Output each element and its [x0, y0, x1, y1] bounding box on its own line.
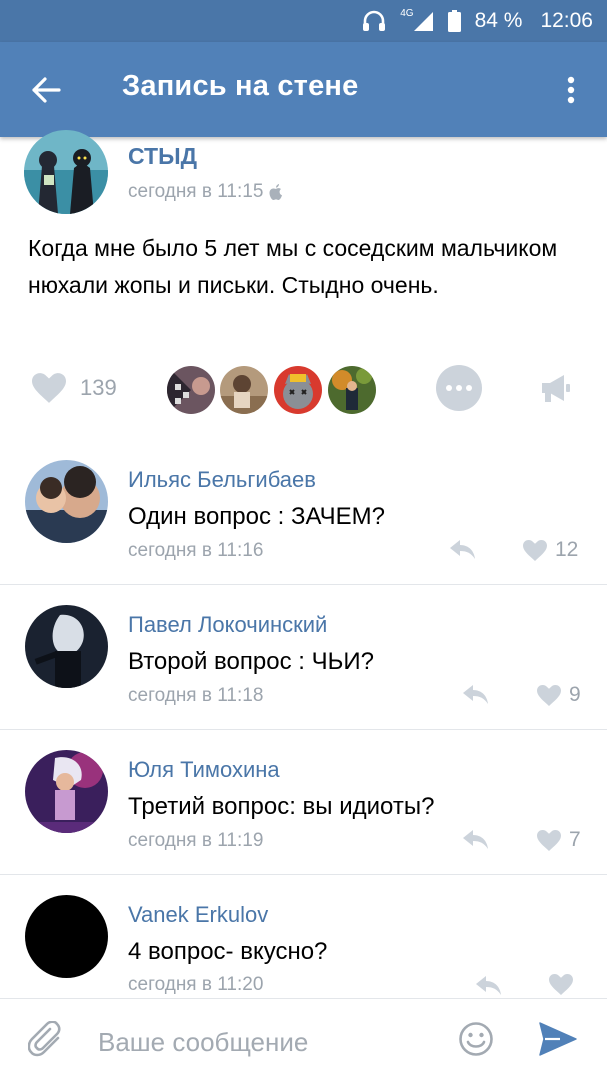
- liker-avatar[interactable]: [272, 364, 324, 416]
- headphones-icon: [362, 10, 386, 32]
- battery-percent: 84 %: [474, 9, 523, 32]
- comment-time: сегодня в 11:16: [128, 540, 264, 561]
- post-author-avatar[interactable]: [24, 130, 108, 214]
- send-icon: [539, 1022, 577, 1056]
- comment-time: сегодня в 11:18: [128, 685, 264, 706]
- status-bar: 4G 84 % 12:06: [0, 0, 607, 42]
- divider: [0, 729, 607, 730]
- comment-author-name[interactable]: Юля Тимохина: [128, 757, 280, 783]
- comment-text: Один вопрос : ЗАЧЕМ?: [128, 503, 385, 530]
- more-horizontal-icon: [446, 385, 472, 391]
- back-button[interactable]: [22, 66, 70, 114]
- app-bar: Запись на стене: [0, 42, 607, 137]
- page-title: Запись на стене: [122, 70, 359, 102]
- megaphone-icon: [542, 375, 570, 402]
- comment-avatar[interactable]: [25, 460, 108, 543]
- post-more-button[interactable]: [436, 365, 482, 411]
- comment-text: Второй вопрос : ЧЬИ?: [128, 648, 374, 675]
- arrow-left-icon: [32, 77, 61, 103]
- clock: 12:06: [540, 9, 593, 32]
- comment-avatar[interactable]: [25, 895, 108, 978]
- message-composer: [0, 998, 607, 1081]
- heart-icon: [32, 373, 66, 403]
- reply-button[interactable]: [450, 540, 476, 565]
- paperclip-icon: [27, 1020, 61, 1057]
- network-label: 4G: [400, 7, 414, 19]
- apple-icon: [269, 183, 283, 200]
- comment-like-button[interactable]: 12: [523, 538, 578, 562]
- comment-author-name[interactable]: Ильяс Бельгибаев: [128, 467, 316, 493]
- signal-icon: 4G: [400, 7, 433, 32]
- post-text: Когда мне было 5 лет мы с соседским маль…: [28, 235, 558, 298]
- share-button[interactable]: [540, 372, 572, 409]
- emoji-button[interactable]: [458, 1021, 494, 1062]
- send-button[interactable]: [538, 1021, 578, 1062]
- post-like-button[interactable]: 139: [32, 368, 117, 408]
- post-author-name[interactable]: СТЫД: [128, 143, 197, 170]
- comment-time: сегодня в 11:19: [128, 830, 264, 851]
- heart-icon: [523, 539, 547, 561]
- comment-author-name[interactable]: Vanek Erkulov: [128, 902, 268, 928]
- reply-button[interactable]: [463, 830, 489, 855]
- liker-avatar[interactable]: [218, 364, 270, 416]
- liker-avatar[interactable]: [165, 364, 217, 416]
- reply-icon: [463, 830, 488, 849]
- reply-icon: [476, 976, 501, 995]
- comment-text: Третий вопрос: вы идиоты?: [128, 793, 435, 820]
- comment-text: 4 вопрос- вкусно?: [128, 938, 328, 965]
- battery-icon: [447, 10, 461, 32]
- heart-icon: [537, 684, 561, 706]
- comment-time: сегодня в 11:20: [128, 974, 264, 995]
- comment-avatar[interactable]: [25, 605, 108, 688]
- comment-like-button[interactable]: [549, 974, 581, 995]
- divider: [0, 584, 607, 585]
- reply-icon: [463, 685, 488, 704]
- comment-like-count: 7: [569, 828, 581, 851]
- message-input[interactable]: [96, 1021, 440, 1063]
- comment-like-button[interactable]: 7: [537, 828, 581, 852]
- overflow-menu-button[interactable]: [553, 66, 589, 114]
- liker-avatar[interactable]: [326, 364, 378, 416]
- comment-author-name[interactable]: Павел Локочинский: [128, 612, 327, 638]
- more-vertical-icon: [567, 76, 575, 104]
- attach-button[interactable]: [27, 1020, 64, 1064]
- post-time: сегодня в 11:15: [128, 181, 284, 203]
- comment-like-count: 9: [569, 683, 581, 706]
- post-time-text: сегодня в 11:15: [128, 181, 264, 202]
- heart-icon: [549, 974, 573, 995]
- post-like-count: 139: [80, 375, 117, 400]
- smiley-icon: [459, 1022, 493, 1056]
- comment-like-button[interactable]: 9: [537, 683, 581, 707]
- divider: [0, 874, 607, 875]
- reply-icon: [450, 540, 475, 559]
- comment-avatar[interactable]: [25, 750, 108, 833]
- comment-like-count: 12: [555, 538, 579, 561]
- heart-icon: [537, 829, 561, 851]
- reply-button[interactable]: [463, 685, 489, 710]
